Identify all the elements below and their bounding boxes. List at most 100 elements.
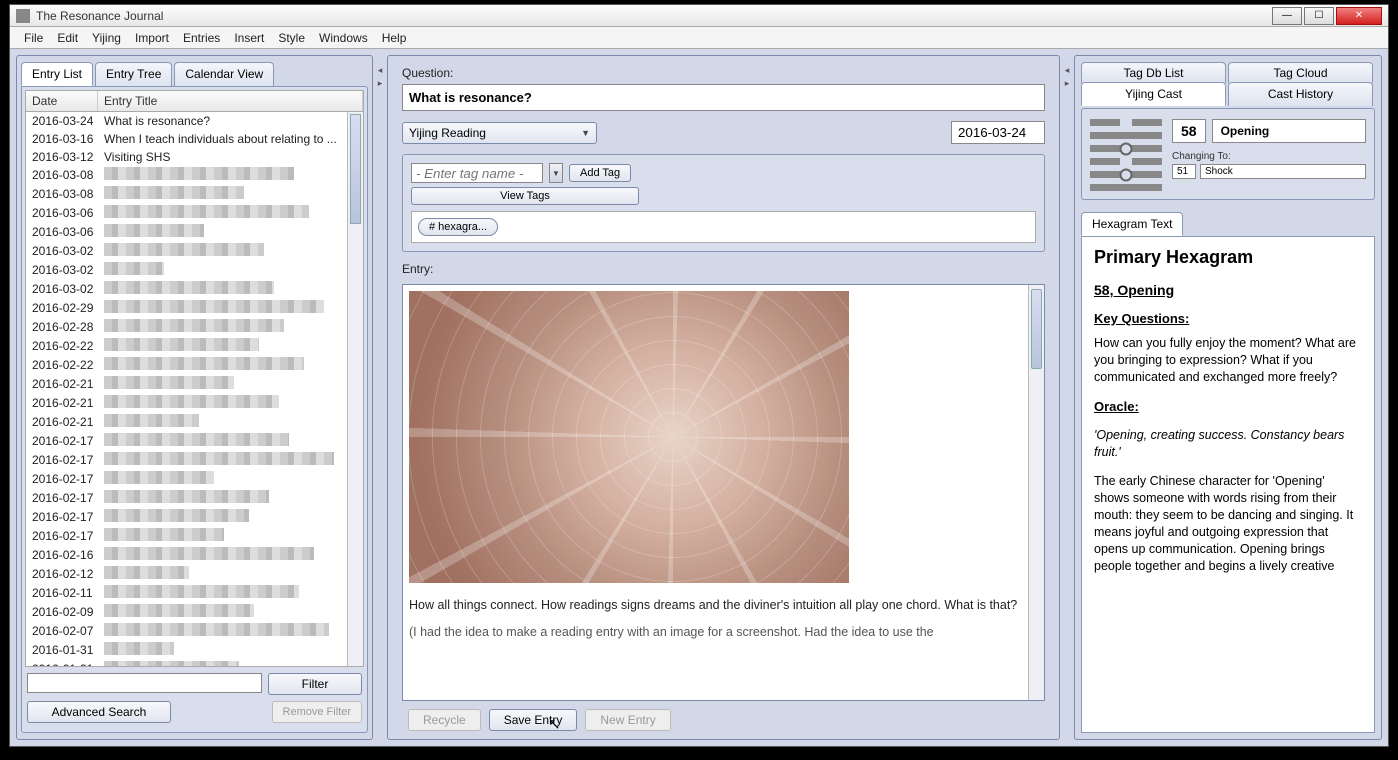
tab-casthistory[interactable]: Cast History <box>1228 82 1373 106</box>
table-row[interactable]: 2016-02-17 <box>26 451 363 470</box>
table-row[interactable]: 2016-02-11 <box>26 584 363 603</box>
row-date: 2016-02-11 <box>32 585 104 602</box>
right-panel: Tag Db List Tag Cloud Yijing Cast Cast H… <box>1074 55 1382 740</box>
window-title: The Resonance Journal <box>36 9 1272 23</box>
table-row[interactable]: 2016-03-16When I teach individuals about… <box>26 130 363 148</box>
table-row[interactable]: 2016-02-12 <box>26 565 363 584</box>
maximize-button[interactable]: ☐ <box>1304 7 1334 25</box>
menu-file[interactable]: File <box>18 29 49 47</box>
minimize-button[interactable]: — <box>1272 7 1302 25</box>
table-row[interactable]: 2016-02-17 <box>26 527 363 546</box>
entry-date-input[interactable] <box>951 121 1045 144</box>
entry-list[interactable]: 2016-03-24What is resonance?2016-03-16Wh… <box>25 112 364 667</box>
add-tag-button[interactable]: Add Tag <box>569 164 631 182</box>
splitter-right[interactable]: ◂ ▸ <box>1064 55 1070 740</box>
table-row[interactable]: 2016-02-29 <box>26 299 363 318</box>
advanced-search-button[interactable]: Advanced Search <box>27 701 171 723</box>
hex-line-moving <box>1090 171 1162 178</box>
entry-editor[interactable]: How all things connect. How readings sig… <box>402 284 1045 701</box>
entry-text-2: (I had the idea to make a reading entry … <box>409 624 1024 641</box>
menu-windows[interactable]: Windows <box>313 29 374 47</box>
splitter-left[interactable]: ◂ ▸ <box>377 55 383 740</box>
tab-tagcloud[interactable]: Tag Cloud <box>1228 62 1373 83</box>
table-row[interactable]: 2016-03-08 <box>26 166 363 185</box>
hexagram-glyph <box>1090 119 1162 191</box>
cursor-icon: ↖ <box>548 715 561 733</box>
table-row[interactable]: 2016-02-22 <box>26 337 363 356</box>
tag-dropdown[interactable]: ▼ <box>549 163 563 183</box>
tab-yijingcast[interactable]: Yijing Cast <box>1081 82 1226 106</box>
menu-style[interactable]: Style <box>272 29 311 47</box>
table-row[interactable]: 2016-02-09 <box>26 603 363 622</box>
remove-filter-button[interactable]: Remove Filter <box>272 701 362 723</box>
table-row[interactable]: 2016-02-28 <box>26 318 363 337</box>
tab-tagdblist[interactable]: Tag Db List <box>1081 62 1226 83</box>
menu-help[interactable]: Help <box>376 29 413 47</box>
filter-button[interactable]: Filter <box>268 673 362 695</box>
tag-chip[interactable]: # hexagra... <box>418 218 498 236</box>
entry-scrollbar[interactable] <box>1028 285 1044 700</box>
tab-calendar-view[interactable]: Calendar View <box>174 62 274 86</box>
table-row[interactable]: 2016-03-24What is resonance? <box>26 112 363 130</box>
row-date: 2016-03-02 <box>32 262 104 279</box>
table-row[interactable]: 2016-02-17 <box>26 508 363 527</box>
row-title <box>104 528 357 545</box>
tab-entry-tree[interactable]: Entry Tree <box>95 62 172 86</box>
hexagram-text-body[interactable]: Primary Hexagram 58, Opening Key Questio… <box>1081 236 1375 733</box>
table-row[interactable]: 2016-02-16 <box>26 546 363 565</box>
question-input[interactable] <box>402 84 1045 111</box>
titlebar[interactable]: The Resonance Journal — ☐ ✕ <box>10 5 1388 27</box>
col-title[interactable]: Entry Title <box>98 91 363 111</box>
hex-line <box>1090 184 1162 191</box>
hex-text-tabs: Hexagram Text <box>1081 212 1375 236</box>
app-icon <box>16 9 30 23</box>
table-row[interactable]: 2016-03-02 <box>26 242 363 261</box>
menu-entries[interactable]: Entries <box>177 29 226 47</box>
table-row[interactable]: 2016-03-02 <box>26 280 363 299</box>
menu-import[interactable]: Import <box>129 29 175 47</box>
table-row[interactable]: 2016-02-21 <box>26 413 363 432</box>
table-row[interactable]: 2016-03-06 <box>26 204 363 223</box>
table-row[interactable]: 2016-03-08 <box>26 185 363 204</box>
row-date: 2016-03-12 <box>32 149 104 165</box>
table-row[interactable]: 2016-02-17 <box>26 470 363 489</box>
entry-list-body: Date Entry Title 2016-03-24What is reson… <box>21 86 368 733</box>
entry-scroll-thumb[interactable] <box>1031 289 1042 369</box>
table-row[interactable]: 2016-02-07 <box>26 622 363 641</box>
scrollbar[interactable] <box>347 112 363 666</box>
table-row[interactable]: 2016-02-21 <box>26 394 363 413</box>
row-date: 2016-02-09 <box>32 604 104 621</box>
hex-subheading: 58, Opening <box>1094 282 1362 298</box>
row-date: 2016-02-21 <box>32 414 104 431</box>
filter-input[interactable] <box>27 673 262 693</box>
table-row[interactable]: 2016-01-31 <box>26 660 363 667</box>
new-entry-button[interactable]: New Entry <box>585 709 670 731</box>
row-title: Visiting SHS <box>104 149 357 165</box>
table-row[interactable]: 2016-01-31 <box>26 641 363 660</box>
row-date: 2016-03-08 <box>32 167 104 184</box>
table-row[interactable]: 2016-02-21 <box>26 375 363 394</box>
table-row[interactable]: 2016-02-22 <box>26 356 363 375</box>
table-row[interactable]: 2016-03-02 <box>26 261 363 280</box>
table-row[interactable]: 2016-02-17 <box>26 432 363 451</box>
menu-edit[interactable]: Edit <box>51 29 84 47</box>
recycle-button[interactable]: Recycle <box>408 709 481 731</box>
menu-yijing[interactable]: Yijing <box>86 29 127 47</box>
left-tabs: Entry List Entry Tree Calendar View <box>21 62 368 86</box>
row-date: 2016-02-17 <box>32 452 104 469</box>
menu-insert[interactable]: Insert <box>228 29 270 47</box>
table-row[interactable]: 2016-02-17 <box>26 489 363 508</box>
entry-type-select[interactable]: Yijing Reading ▼ <box>402 122 597 144</box>
table-row[interactable]: 2016-03-06 <box>26 223 363 242</box>
mid-panel: Question: Yijing Reading ▼ ▼ Add Tag Vie… <box>387 55 1060 740</box>
tag-input[interactable] <box>411 163 543 183</box>
scroll-thumb[interactable] <box>350 114 361 224</box>
view-tags-button[interactable]: View Tags <box>411 187 639 205</box>
table-row[interactable]: 2016-03-12Visiting SHS <box>26 148 363 166</box>
close-button[interactable]: ✕ <box>1336 7 1382 25</box>
col-date[interactable]: Date <box>26 91 98 111</box>
tab-hexagram-text[interactable]: Hexagram Text <box>1081 212 1183 236</box>
hex-number: 58 <box>1172 119 1206 143</box>
tab-entry-list[interactable]: Entry List <box>21 62 93 86</box>
save-entry-button[interactable]: Save Entry <box>489 709 578 731</box>
